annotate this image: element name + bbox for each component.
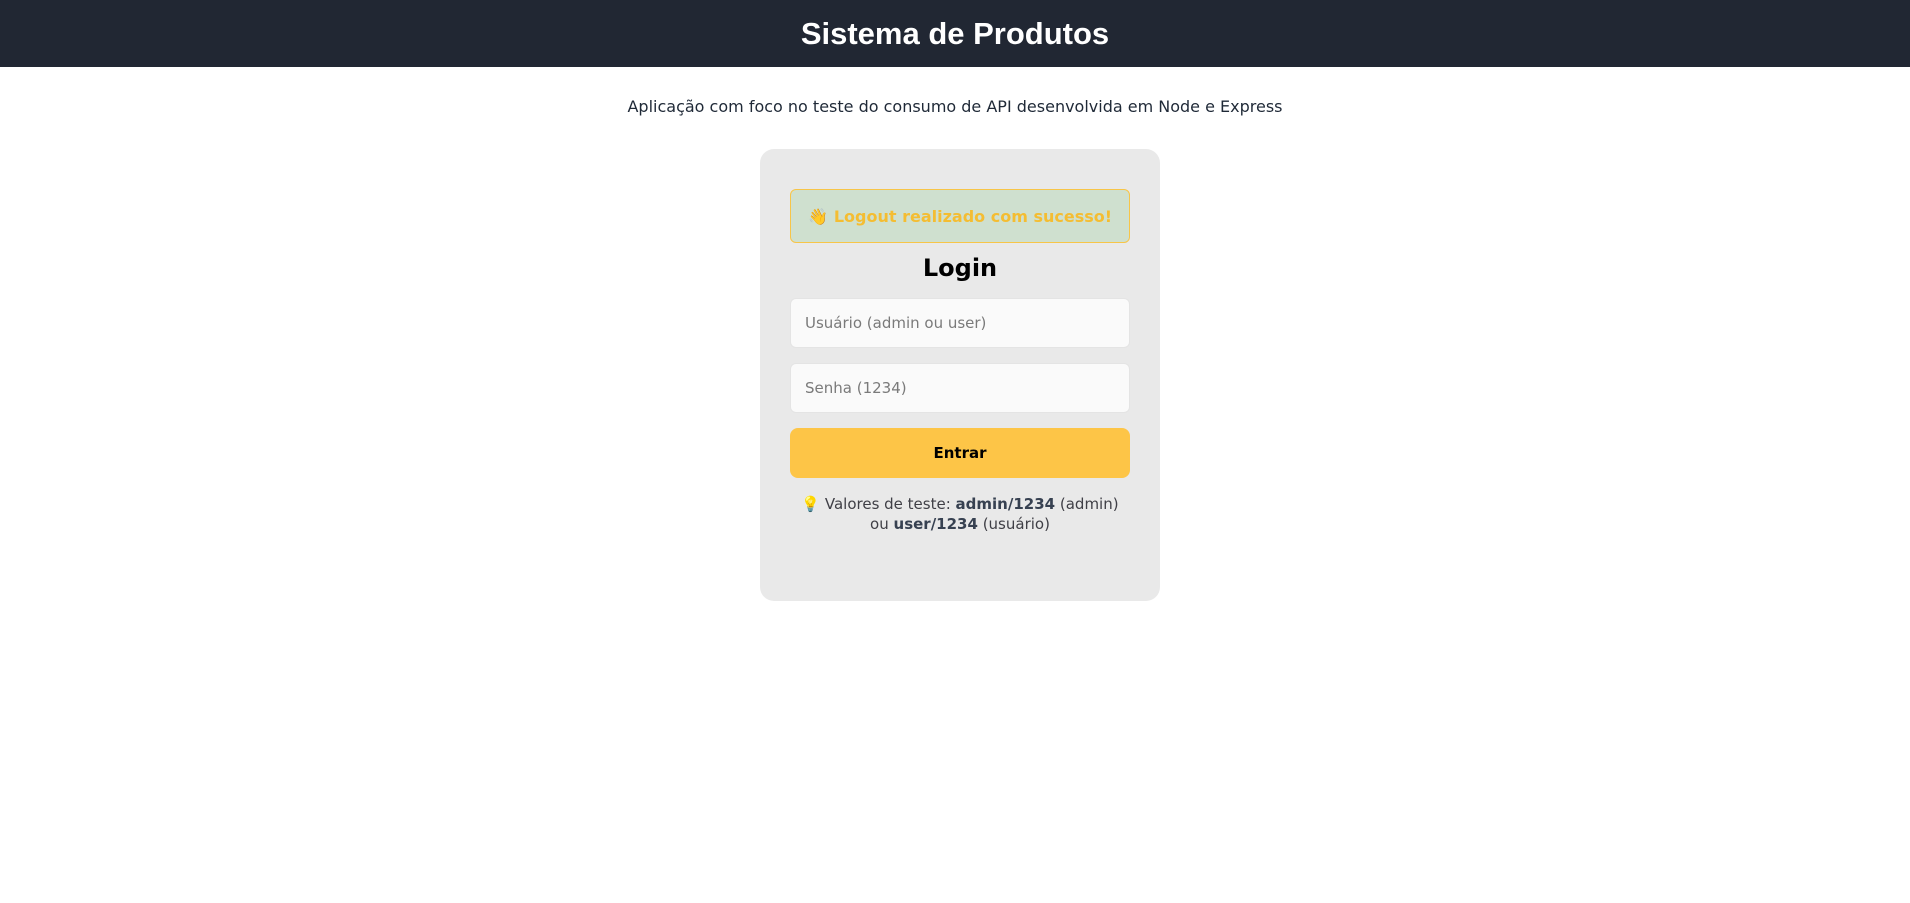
login-card: 👋 Logout realizado com sucesso! Login En…	[760, 149, 1160, 601]
light-bulb-icon: 💡	[801, 495, 821, 513]
app-description: Aplicação com foco no teste do consumo d…	[627, 97, 1283, 116]
admin-credentials: admin/1234	[955, 495, 1056, 513]
username-input[interactable]	[790, 298, 1130, 348]
alert-message: Logout realizado com sucesso!	[833, 206, 1113, 226]
login-title: Login	[922, 254, 998, 282]
hint-prefix: Valores de teste:	[824, 495, 951, 513]
logout-success-alert: 👋 Logout realizado com sucesso!	[790, 189, 1130, 243]
admin-role-label: (admin)	[1059, 495, 1119, 513]
user-role-label: (usuário)	[982, 515, 1050, 533]
test-credentials-hint: 💡 Valores de teste: admin/1234 (admin) o…	[790, 494, 1130, 534]
login-submit-button[interactable]: Entrar	[790, 428, 1130, 478]
hint-or: ou	[870, 515, 889, 533]
user-credentials: user/1234	[893, 515, 978, 533]
waving-hand-icon: 👋	[807, 206, 828, 226]
top-header: Sistema de Produtos	[0, 0, 1910, 67]
password-input[interactable]	[790, 363, 1130, 413]
app-title: Sistema de Produtos	[800, 15, 1110, 51]
